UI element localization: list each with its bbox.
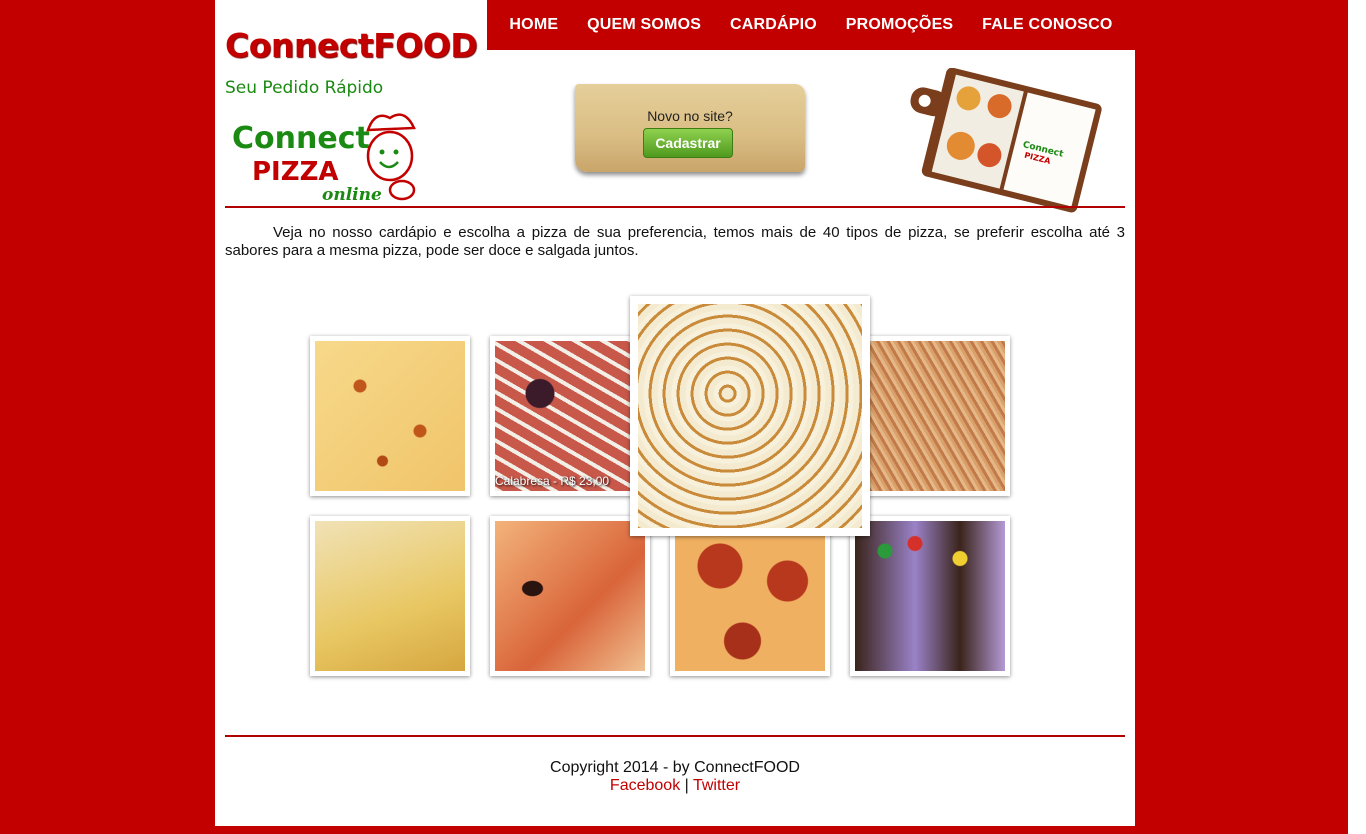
nav-fale-conosco[interactable]: FALE CONOSCO: [982, 16, 1112, 34]
site-title: ConnectFOOD: [225, 26, 478, 65]
svg-text:online: online: [322, 185, 382, 204]
cadastrar-button[interactable]: Cadastrar: [643, 128, 733, 158]
pizza-photo: [675, 521, 825, 671]
pizza-thumb-1[interactable]: [310, 336, 470, 496]
site-tagline: Seu Pedido Rápido: [225, 78, 384, 98]
pizza-thumb-6[interactable]: [490, 516, 650, 676]
header-divider: [225, 206, 1125, 208]
svg-text:PIZZA: PIZZA: [252, 157, 339, 187]
pizza-thumb-featured[interactable]: [630, 296, 870, 536]
pizza-photo: [495, 341, 645, 491]
nav-promocoes[interactable]: PROMOÇÕES: [846, 16, 954, 34]
pizza-thumb-pepperoni[interactable]: [670, 516, 830, 676]
svg-text:Connect: Connect: [232, 121, 370, 156]
menu-board-image: Connect PIZZA: [903, 67, 1103, 216]
pizza-photo: [855, 341, 1005, 491]
right-edge: [1348, 0, 1366, 834]
pizza-thumb-calabresa[interactable]: Calabresa - R$ 23,00: [490, 336, 650, 496]
social-links: Facebook | Twitter: [215, 777, 1135, 795]
nav-cardapio[interactable]: CARDÁPIO: [730, 16, 817, 34]
pizza-photo: [495, 521, 645, 671]
pizza-thumb-4[interactable]: [850, 336, 1010, 496]
nav-quem-somos[interactable]: QUEM SOMOS: [587, 16, 701, 34]
pizza-photo: [315, 341, 465, 491]
copyright-text: Copyright 2014 - by ConnectFOOD: [550, 759, 800, 776]
pizza-photo: [315, 521, 465, 671]
pizza-photo: [638, 304, 862, 528]
footer-divider: [225, 735, 1125, 737]
link-separator: |: [684, 777, 689, 794]
pizza-photo: [855, 521, 1005, 671]
pizza-thumb-5[interactable]: [310, 516, 470, 676]
pizza-thumb-doce[interactable]: [850, 516, 1010, 676]
signup-question: Novo no site?: [647, 108, 733, 124]
signup-banner: Novo no site? Cadastrar: [575, 84, 805, 172]
connect-pizza-logo[interactable]: Connect PIZZA online: [230, 108, 430, 205]
twitter-link[interactable]: Twitter: [693, 777, 740, 794]
right-background-strip: [1135, 0, 1350, 590]
intro-paragraph: Veja no nosso cardápio e escolha a pizza…: [225, 224, 1125, 259]
main-nav: HOME QUEM SOMOS CARDÁPIO PROMOÇÕES FALE …: [487, 0, 1135, 50]
nav-home[interactable]: HOME: [509, 16, 558, 34]
pizza-caption: Calabresa - R$ 23,00: [495, 474, 610, 488]
page-container: ConnectFOOD Seu Pedido Rápido Connect PI…: [215, 0, 1135, 826]
facebook-link[interactable]: Facebook: [610, 777, 680, 794]
